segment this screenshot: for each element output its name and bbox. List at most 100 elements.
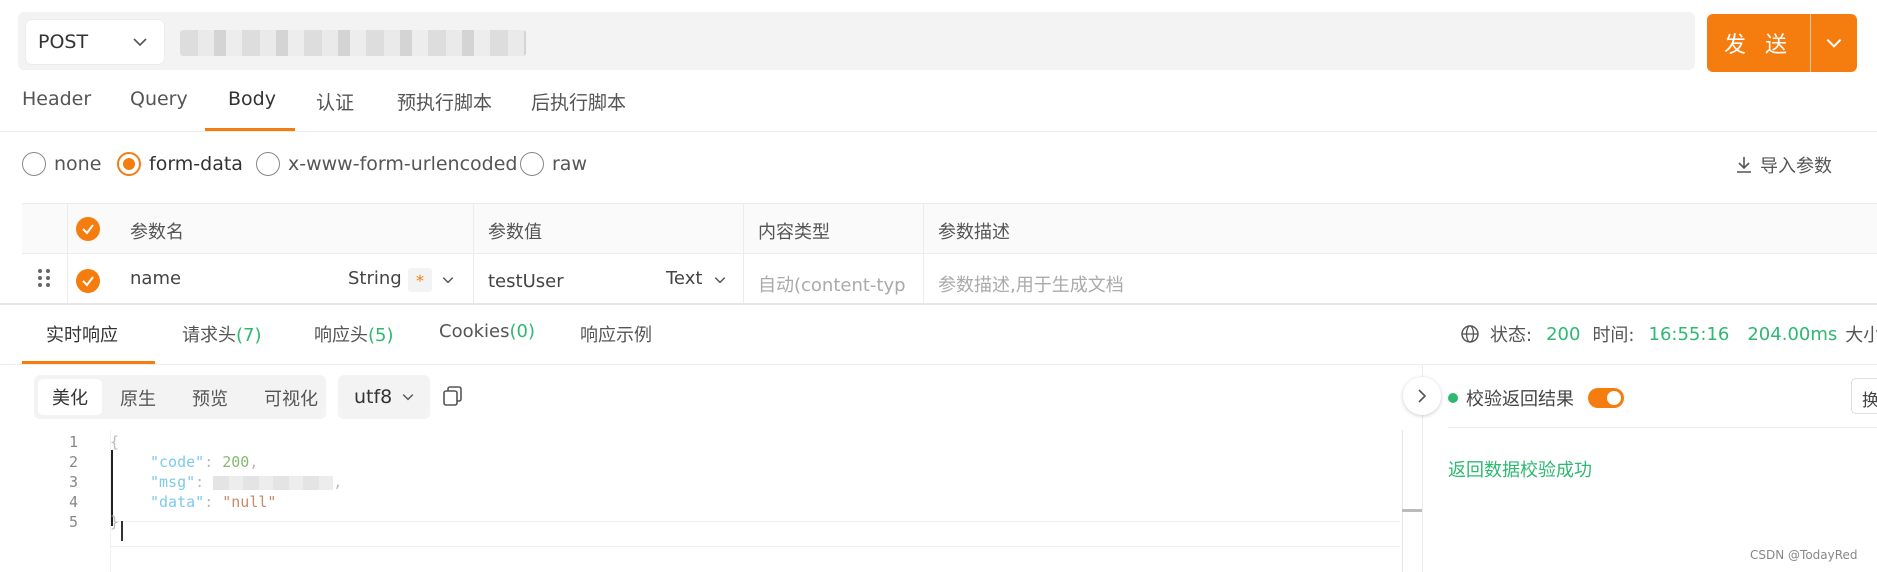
chevron-down-icon: [133, 38, 147, 47]
side-button[interactable]: 换: [1851, 378, 1877, 414]
verify-response-toggle-row: 校验返回结果: [1448, 385, 1624, 411]
verify-label: 校验返回结果: [1466, 389, 1574, 410]
view-mode-preview[interactable]: 预览: [192, 385, 228, 411]
response-tabs: 实时响应 请求头(7) 响应头(5) Cookies(0) 响应示例 状态: 2…: [0, 305, 1877, 365]
time-value: 16:55:16: [1648, 323, 1730, 345]
radio-none[interactable]: none: [22, 152, 101, 176]
tab-request-headers[interactable]: 请求头(7): [182, 321, 262, 347]
active-tab-indicator: [205, 128, 295, 131]
chevron-right-icon: [1418, 389, 1427, 403]
method-select[interactable]: POST: [26, 20, 164, 64]
param-value-input[interactable]: testUser: [488, 271, 564, 292]
response-code-editor[interactable]: 1 2 3 4 5 { "code": 200, "msg": , "data"…: [0, 430, 1420, 572]
header-param-value: 参数值: [488, 222, 542, 243]
method-value: POST: [38, 31, 89, 53]
radio-label: x-www-form-urlencoded: [288, 153, 518, 175]
duration-value: 204.00ms: [1747, 323, 1838, 345]
tab-label: 实时响应: [46, 325, 118, 346]
watermark: CSDN @TodayRed: [1750, 548, 1858, 562]
radio-circle: [520, 152, 544, 176]
panel-separator: [1448, 427, 1877, 428]
request-bar: POST: [18, 12, 1695, 70]
tab-body[interactable]: Body: [228, 88, 276, 110]
param-name-input[interactable]: name: [130, 268, 181, 289]
param-type-select[interactable]: String: [348, 268, 402, 289]
json-key: "code": [150, 453, 205, 471]
copy-icon[interactable]: [442, 385, 464, 407]
active-tab-indicator: [22, 361, 155, 364]
radio-circle: [22, 152, 46, 176]
radio-circle: [117, 152, 141, 176]
radio-raw[interactable]: raw: [520, 152, 587, 176]
import-params-label: 导入参数: [1760, 156, 1832, 177]
send-button[interactable]: 发 送: [1707, 14, 1857, 72]
drag-handle-icon[interactable]: [36, 267, 52, 289]
line-number: 2: [68, 453, 78, 471]
view-mode-pretty[interactable]: 美化: [38, 379, 102, 415]
url-input[interactable]: [180, 30, 526, 56]
json-key: "msg": [150, 473, 196, 491]
radio-form-data[interactable]: form-data: [117, 152, 243, 176]
code-line-code: "code": 200,: [150, 453, 259, 471]
line-number: 4: [68, 493, 78, 511]
tab-pre-script[interactable]: 预执行脚本: [397, 88, 492, 115]
radio-label: none: [54, 153, 102, 175]
code-brace-open: {: [110, 433, 120, 451]
chevron-down-icon[interactable]: [712, 272, 728, 288]
scrollbar-thumb[interactable]: [1402, 509, 1422, 512]
time-label: 时间:: [1592, 325, 1635, 346]
line-number: 3: [68, 473, 78, 491]
header-param-name: 参数名: [130, 222, 184, 243]
editor-scrollbar[interactable]: [1402, 430, 1403, 572]
content-type-input[interactable]: 自动(content-typ: [758, 271, 906, 297]
tab-label: Cookies: [439, 321, 510, 342]
select-all-checkbox[interactable]: [76, 217, 100, 241]
code-line-msg: "msg": ,: [150, 473, 343, 491]
tab-auth[interactable]: 认证: [316, 88, 354, 115]
radio-label: form-data: [149, 153, 243, 175]
column-divider: [743, 204, 744, 304]
radio-circle: [256, 152, 280, 176]
radio-label: raw: [552, 153, 587, 175]
send-dropdown-button[interactable]: [1811, 14, 1857, 72]
tab-label: 响应头: [314, 325, 368, 346]
verify-result-message: 返回数据校验成功: [1448, 460, 1592, 481]
check-icon: [82, 224, 94, 235]
tab-response-examples[interactable]: 响应示例: [580, 321, 652, 347]
tab-count: (7): [236, 325, 262, 346]
chevron-down-icon: [1826, 38, 1842, 48]
tab-live-response[interactable]: 实时响应: [46, 321, 118, 347]
radio-urlencoded[interactable]: x-www-form-urlencoded: [256, 152, 517, 176]
chevron-down-icon[interactable]: [440, 272, 456, 288]
import-params-button[interactable]: 导入参数: [1734, 152, 1832, 178]
column-divider: [473, 204, 474, 304]
check-icon: [82, 276, 94, 287]
header-param-desc: 参数描述: [938, 222, 1010, 243]
tab-query[interactable]: Query: [130, 88, 188, 110]
status-code: 200: [1546, 323, 1581, 345]
header-content-type: 内容类型: [758, 222, 830, 243]
json-key: "data": [150, 493, 205, 511]
status-dot: [1448, 393, 1458, 403]
param-desc-input[interactable]: 参数描述,用于生成文档: [938, 271, 1124, 297]
encoding-select[interactable]: utf8: [338, 375, 430, 419]
globe-icon[interactable]: [1460, 324, 1480, 344]
text-caret: [121, 521, 123, 541]
tab-label: 响应示例: [580, 325, 652, 346]
request-tabs: Header Query Body 认证 预执行脚本 后执行脚本: [0, 84, 1877, 132]
required-toggle[interactable]: *: [408, 268, 432, 292]
view-mode-raw[interactable]: 原生: [120, 385, 156, 411]
collapse-panel-button[interactable]: [1403, 377, 1441, 415]
tab-response-headers[interactable]: 响应头(5): [314, 321, 394, 347]
send-label: 发 送: [1724, 33, 1793, 58]
tab-cookies[interactable]: Cookies(0): [439, 321, 535, 342]
tab-post-script[interactable]: 后执行脚本: [531, 88, 626, 115]
column-divider: [67, 204, 68, 304]
body-type-group: none form-data x-www-form-urlencoded raw…: [22, 152, 1872, 182]
row-checkbox[interactable]: [76, 269, 100, 293]
json-value: "null": [222, 493, 277, 511]
tab-header[interactable]: Header: [22, 88, 91, 110]
value-type-select[interactable]: Text: [666, 268, 702, 289]
verify-toggle[interactable]: [1588, 388, 1624, 408]
view-mode-visualize[interactable]: 可视化: [264, 385, 318, 411]
